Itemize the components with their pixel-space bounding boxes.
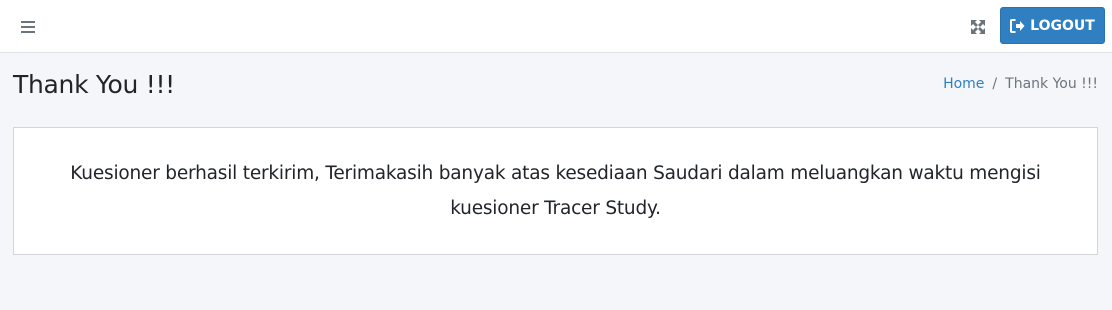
logout-label: LOGOUT: [1030, 17, 1095, 34]
top-navbar: LOGOUT: [0, 0, 1112, 53]
thank-you-message: Kuesioner berhasil terkirim, Terimakasih…: [70, 163, 1041, 219]
hamburger-menu-icon[interactable]: [17, 16, 39, 38]
breadcrumb: Home / Thank You !!!: [943, 76, 1098, 92]
logout-button[interactable]: LOGOUT: [1000, 7, 1105, 44]
message-card: Kuesioner berhasil terkirim, Terimakasih…: [13, 127, 1098, 255]
page-title: Thank You !!!: [13, 70, 175, 99]
breadcrumb-separator: /: [992, 76, 998, 92]
breadcrumb-home-link[interactable]: Home: [943, 76, 984, 92]
breadcrumb-current: Thank You !!!: [1005, 76, 1098, 92]
expand-arrows-icon[interactable]: [967, 16, 989, 38]
sign-out-icon: [1010, 18, 1025, 33]
